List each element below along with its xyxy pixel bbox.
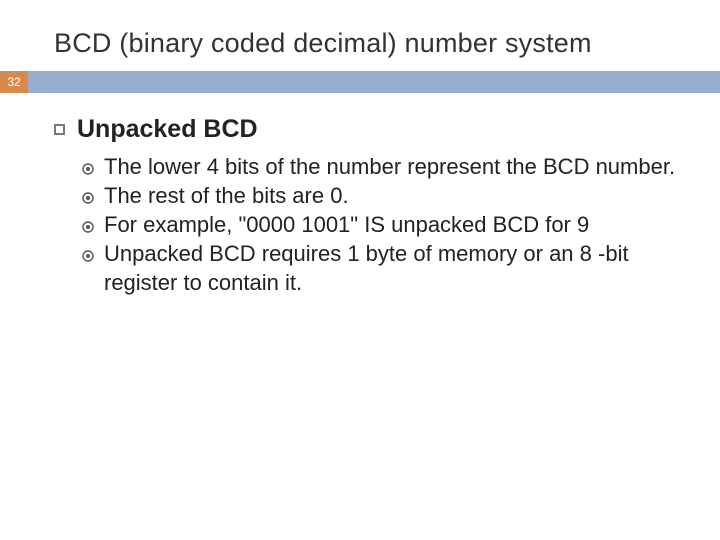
list-item: For example, "0000 1001" IS unpacked BCD… (82, 210, 678, 239)
list-item-text: For example, "0000 1001" IS unpacked BCD… (104, 212, 589, 237)
divider-bar: 32 (0, 71, 720, 93)
target-bullet-icon (82, 181, 104, 210)
list-item-text: Unpacked BCD requires 1 byte of memory o… (104, 241, 629, 295)
section-heading: Unpacked BCD (77, 115, 258, 144)
list-item-text: The rest of the bits are 0. (104, 183, 349, 208)
heading-row: Unpacked BCD (54, 115, 678, 144)
square-bullet-icon (54, 124, 65, 135)
target-bullet-icon (82, 152, 104, 181)
target-bullet-icon (82, 239, 104, 268)
content-area: Unpacked BCD The lower 4 bits of the num… (0, 93, 720, 297)
list-item: The rest of the bits are 0. (82, 181, 678, 210)
accent-bar (28, 71, 720, 93)
target-bullet-icon (82, 210, 104, 239)
bullet-list: The lower 4 bits of the number represent… (54, 152, 678, 297)
list-item: Unpacked BCD requires 1 byte of memory o… (82, 239, 678, 297)
slide-title: BCD (binary coded decimal) number system (0, 28, 720, 71)
slide-number: 32 (0, 71, 28, 93)
list-item: The lower 4 bits of the number represent… (82, 152, 678, 181)
list-item-text: The lower 4 bits of the number represent… (104, 154, 675, 179)
slide: BCD (binary coded decimal) number system… (0, 0, 720, 540)
